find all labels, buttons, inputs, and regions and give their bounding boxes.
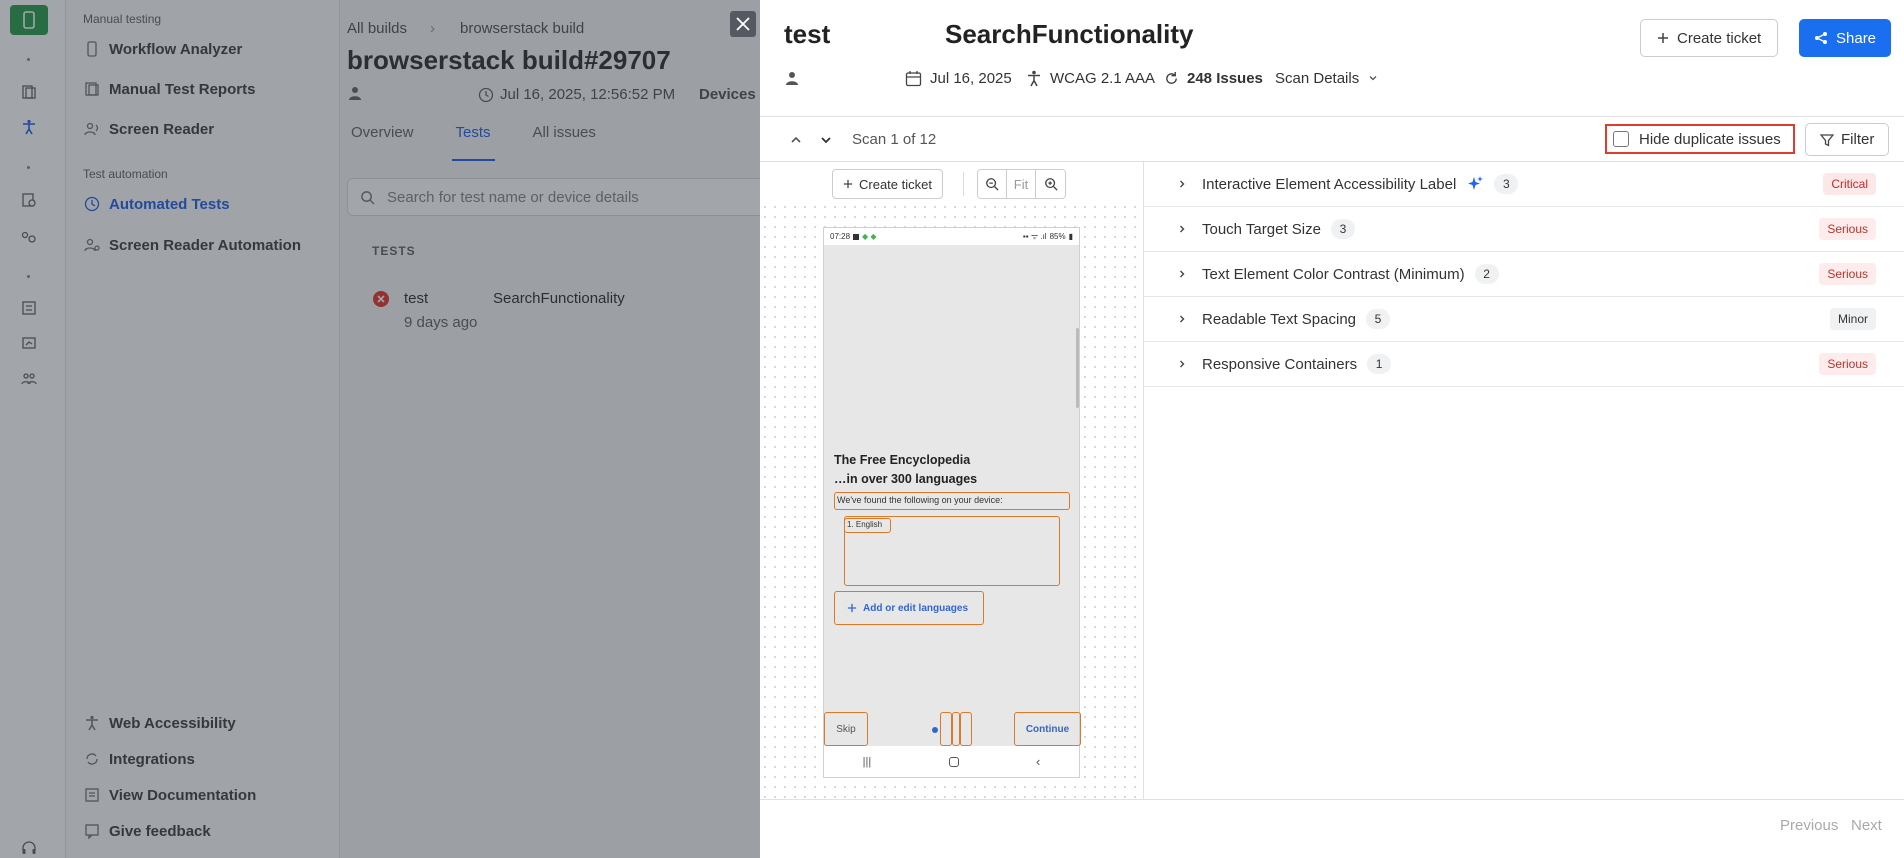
plus-icon	[1658, 33, 1668, 43]
zoom-in-icon	[1044, 178, 1058, 191]
add-languages-highlight[interactable]: Add or edit languages	[834, 591, 984, 625]
headline: The Free Encyclopedia …in over 300 langu…	[834, 453, 978, 486]
fit-button[interactable]: Fit	[1007, 170, 1036, 198]
page-indicator	[932, 727, 938, 733]
chevron-right-icon	[1180, 225, 1185, 233]
plus-icon	[847, 603, 857, 613]
scrollbar	[1076, 328, 1079, 408]
issue-name: Touch Target Size	[1202, 220, 1321, 238]
drawer-test-name: test	[784, 19, 831, 49]
chevron-down-icon[interactable]	[819, 133, 833, 147]
issue-highlight[interactable]	[952, 712, 960, 746]
chevron-right-icon	[1180, 270, 1185, 278]
chevron-down-icon	[1369, 76, 1377, 81]
close-button[interactable]	[730, 11, 756, 37]
issue-name: Text Element Color Contrast (Minimum)	[1202, 265, 1465, 283]
filter-icon	[1820, 133, 1834, 147]
issue-name: Interactive Element Accessibility Label	[1202, 175, 1457, 193]
issue-count: 1	[1367, 354, 1392, 374]
next-button[interactable]: Next	[1851, 817, 1882, 834]
issue-row[interactable]: Touch Target Size 3 Serious	[1144, 207, 1904, 252]
issue-highlight[interactable]: 1. English	[844, 518, 891, 533]
chevron-right-icon	[1180, 180, 1185, 188]
share-icon	[1815, 32, 1827, 44]
close-icon	[736, 17, 750, 31]
device-status-bar: 07:28 ◆ ◆ ▪▪ ᯤ .ıl 85% ▮	[824, 228, 1079, 245]
zoom-controls: Fit	[977, 169, 1066, 199]
issue-highlight[interactable]	[960, 712, 972, 746]
issues-list: Interactive Element Accessibility Label …	[1144, 162, 1904, 387]
scan-date: Jul 16, 2025	[905, 67, 1012, 89]
chevron-up-icon[interactable]	[789, 133, 803, 147]
zoom-in-button[interactable]	[1036, 170, 1065, 198]
issue-row[interactable]: Text Element Color Contrast (Minimum) 2 …	[1144, 252, 1904, 297]
issue-row[interactable]: Interactive Element Accessibility Label …	[1144, 162, 1904, 207]
refresh-icon	[1166, 71, 1177, 84]
issue-count: 3	[1494, 174, 1519, 194]
scan-counter: Scan 1 of 12	[852, 131, 937, 148]
user-avatar-icon	[785, 67, 799, 89]
create-ticket-button[interactable]: Create ticket	[1640, 19, 1779, 57]
filter-button[interactable]: Filter	[1805, 123, 1890, 156]
previous-button[interactable]: Previous	[1780, 817, 1838, 834]
preview-create-ticket-button[interactable]: Create ticket	[832, 169, 943, 199]
scan-details-dropdown[interactable]: Scan Details	[1275, 67, 1379, 89]
wcag-standard: WCAG 2.1 AAA	[1026, 67, 1155, 89]
drawer-suite-name: SearchFunctionality	[945, 19, 1194, 49]
calendar-icon	[905, 70, 922, 86]
home-icon	[948, 756, 959, 767]
screenshot-preview: Create ticket Fit 07:28 ◆ ◆ ▪▪ ᯤ .ıl 85%	[760, 162, 1144, 799]
issue-count: 2	[1474, 264, 1499, 284]
preview-toolbar: Create ticket Fit	[760, 162, 1143, 206]
issues-count: 248 Issues	[1164, 67, 1263, 89]
recent-apps-icon: |||	[862, 755, 872, 768]
hide-duplicates-checkbox[interactable]: Hide duplicate issues	[1605, 124, 1795, 154]
device-screenshot: 07:28 ◆ ◆ ▪▪ ᯤ .ıl 85% ▮ The Free Encycl…	[823, 227, 1081, 778]
zoom-out-button[interactable]	[978, 170, 1007, 198]
issue-row[interactable]: Readable Text Spacing 5 Minor	[1144, 297, 1904, 342]
severity-badge: Serious	[1819, 353, 1876, 375]
chevron-right-icon	[1180, 315, 1185, 323]
continue-highlight[interactable]: Continue	[1014, 712, 1081, 746]
issue-highlight[interactable]	[940, 712, 952, 746]
severity-badge: Critical	[1823, 173, 1876, 195]
issue-highlight[interactable]: We've found the following on your device…	[834, 492, 1070, 510]
device-nav-bar: ||| ‹	[824, 746, 1079, 777]
plus-icon	[843, 179, 853, 189]
checkbox[interactable]	[1613, 131, 1629, 147]
issue-name: Responsive Containers	[1202, 355, 1358, 373]
back-icon: ‹	[1035, 754, 1041, 769]
severity-badge: Minor	[1829, 308, 1876, 330]
toolbar-divider	[963, 172, 964, 196]
severity-badge: Serious	[1819, 218, 1876, 240]
issue-name: Readable Text Spacing	[1202, 310, 1356, 328]
chevron-right-icon	[1180, 360, 1185, 368]
share-button[interactable]: Share	[1799, 19, 1892, 57]
ai-sparkle-icon	[1468, 176, 1484, 190]
zoom-out-icon	[986, 178, 999, 191]
test-detail-drawer: test SearchFunctionality Create ticket S…	[760, 0, 1904, 858]
accessibility-icon	[1028, 70, 1040, 86]
modal-backdrop[interactable]	[0, 0, 760, 858]
severity-badge: Serious	[1819, 263, 1876, 285]
issue-count: 3	[1330, 219, 1355, 239]
skip-highlight[interactable]: Skip	[824, 712, 868, 746]
issue-row[interactable]: Responsive Containers 1 Serious	[1144, 342, 1904, 387]
divider	[760, 799, 1904, 800]
issue-count: 5	[1366, 309, 1390, 329]
